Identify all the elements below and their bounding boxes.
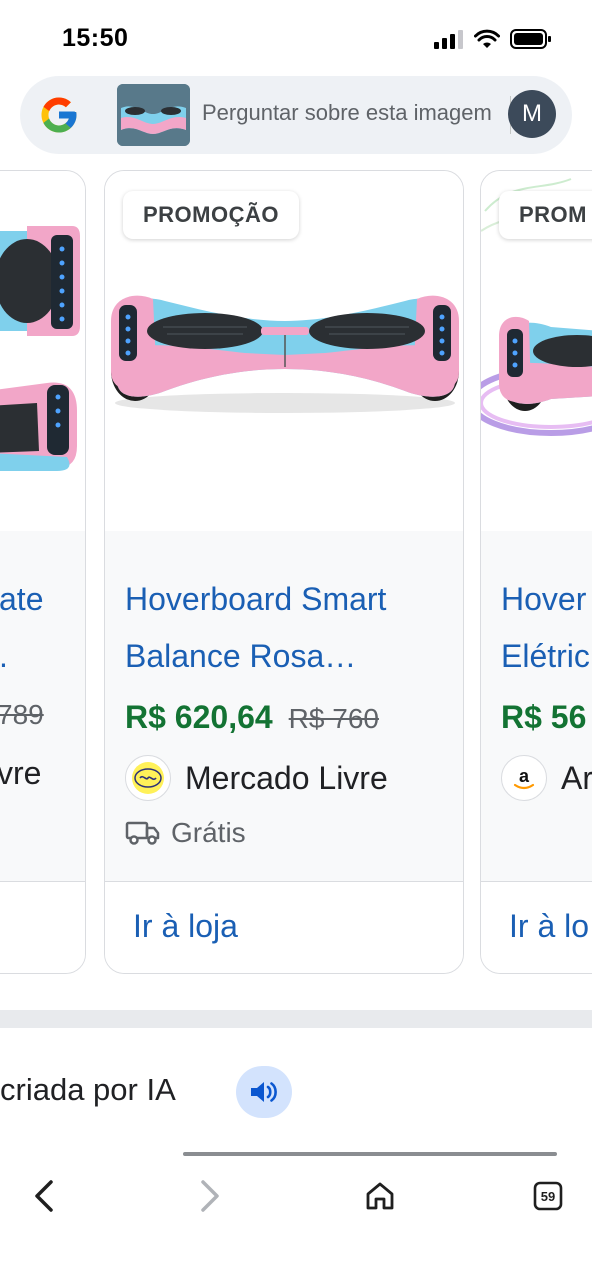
- promo-badge: PROMOÇÃO: [123, 191, 299, 239]
- ai-generated-label: criada por IA: [0, 1072, 176, 1107]
- section-divider: [0, 1010, 592, 1028]
- google-g-icon[interactable]: [38, 94, 80, 136]
- product-carousel[interactable]: ate . 789 vre: [0, 170, 592, 975]
- speaker-icon: [251, 1082, 277, 1102]
- card-footer[interactable]: Ir à lo: [481, 881, 592, 973]
- store-name: Ar: [561, 759, 592, 796]
- product-card[interactable]: PROM Hover Elétric R$ 56 a Ar Ir à lo: [480, 170, 592, 974]
- product-image[interactable]: [0, 171, 85, 531]
- promo-badge: PROM: [499, 191, 592, 239]
- home-button[interactable]: [356, 1172, 404, 1220]
- shipping-row: Grátis: [125, 817, 246, 849]
- battery-icon: [510, 29, 551, 49]
- price-row: R$ 620,64 R$ 760: [125, 699, 379, 736]
- wifi-icon: [474, 29, 500, 48]
- store-row: Mercado Livre: [125, 755, 388, 801]
- read-aloud-button[interactable]: [236, 1066, 292, 1118]
- tabs-button[interactable]: 59: [524, 1172, 572, 1220]
- product-card[interactable]: ate . 789 vre: [0, 170, 86, 974]
- mercado-livre-logo-icon: [125, 755, 171, 801]
- price: R$ 620,64: [125, 699, 273, 735]
- price-row: 789: [0, 699, 44, 731]
- image-search-bar[interactable]: Perguntar sobre esta imagem M: [20, 76, 572, 154]
- store-row: a Ar: [501, 755, 592, 801]
- card-footer[interactable]: Ir à loja: [105, 881, 463, 973]
- status-time: 15:50: [62, 24, 129, 52]
- truck-icon: [125, 821, 160, 845]
- go-to-store-link[interactable]: Ir à lo: [509, 908, 589, 945]
- store-name: vre: [0, 755, 42, 791]
- account-avatar[interactable]: M: [508, 90, 556, 138]
- amazon-logo-icon: a: [501, 755, 547, 801]
- store-name: Mercado Livre: [185, 759, 388, 796]
- card-footer[interactable]: [0, 881, 85, 973]
- price-row: R$ 56: [501, 699, 586, 736]
- product-title[interactable]: ate .: [0, 571, 85, 685]
- search-image-thumbnail[interactable]: [117, 84, 190, 146]
- status-icons: [434, 28, 552, 50]
- product-card[interactable]: PROMOÇÃO Hoverboard Smart Balance Rosa… …: [104, 170, 464, 974]
- old-price: R$ 760: [288, 703, 379, 734]
- forward-icon: [201, 1180, 219, 1212]
- home-icon: [366, 1182, 394, 1210]
- svg-text:a: a: [519, 766, 530, 786]
- tabs-count: 59: [541, 1189, 555, 1204]
- search-input[interactable]: Perguntar sobre esta imagem: [202, 100, 504, 126]
- store-row: vre: [0, 755, 41, 792]
- price: R$ 56: [501, 699, 587, 735]
- go-to-store-link[interactable]: Ir à loja: [133, 908, 238, 945]
- bottom-nav-indicator: [183, 1152, 557, 1156]
- signal-icon: [434, 30, 463, 49]
- product-title[interactable]: Hoverboard Smart Balance Rosa…: [125, 571, 445, 685]
- old-price: 789: [0, 699, 44, 730]
- product-title[interactable]: Hover Elétric: [501, 571, 592, 685]
- forward-button[interactable]: [186, 1172, 234, 1220]
- status-bar: 15:50: [0, 0, 592, 76]
- tabs-icon: 59: [533, 1181, 563, 1211]
- back-icon: [35, 1180, 53, 1212]
- shipping-text: Grátis: [171, 817, 246, 848]
- back-button[interactable]: [20, 1172, 68, 1220]
